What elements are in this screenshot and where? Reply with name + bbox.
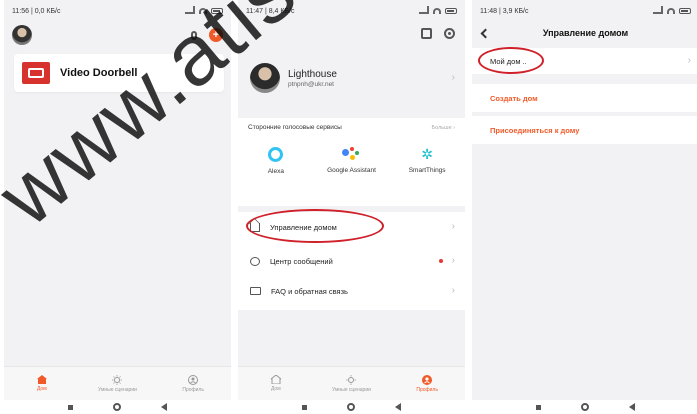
smart-scenes-icon: [346, 374, 357, 385]
nav-label: Дом: [36, 386, 47, 392]
chevron-right-icon: ›: [451, 221, 455, 232]
status-time: 11:47 | 8,4 КБ/с: [246, 7, 295, 15]
home-button-icon[interactable]: [581, 403, 589, 411]
nav-profile[interactable]: Профиль: [163, 374, 223, 393]
scan-icon[interactable]: [421, 27, 432, 39]
notification-dot: [439, 259, 443, 263]
signal-icon: [185, 6, 195, 14]
nav-label: Профиль: [182, 386, 204, 393]
phone-screen-home: 11:56 | 0,0 КБ/с + Video Doorbell Дом Ум…: [4, 0, 231, 414]
system-nav-bar: [4, 400, 231, 414]
back-triangle-icon[interactable]: [629, 403, 635, 411]
faq-icon: [250, 287, 261, 295]
wifi-icon: [199, 8, 207, 14]
microphone-icon[interactable]: [191, 30, 197, 40]
back-triangle-icon[interactable]: [395, 403, 401, 411]
home-nav-icon: [270, 375, 281, 384]
home-button-icon[interactable]: [113, 403, 121, 411]
settings-menu: Управление домом › Центр сообщений › FAQ…: [238, 212, 465, 310]
doorbell-device-icon: [22, 62, 50, 84]
menu-home-management[interactable]: Управление домом ›: [238, 212, 465, 242]
avatar[interactable]: [12, 25, 32, 45]
nav-smart-scenes[interactable]: Умные сценарии: [87, 374, 147, 393]
voice-services-section: Сторонние голосовые сервисы Больше › Ale…: [238, 118, 465, 206]
status-bar: 11:56 | 0,0 КБ/с: [4, 0, 231, 22]
gear-icon[interactable]: [444, 27, 455, 39]
voice-item-smartthings[interactable]: ✲ SmartThings: [397, 147, 457, 175]
voice-item-label: Google Assistant: [327, 167, 376, 174]
join-home-button[interactable]: Присоединяться к дому: [472, 116, 697, 144]
join-home-label: Присоединяться к дому: [490, 125, 580, 135]
chevron-right-icon: ›: [451, 72, 455, 83]
profile-name: Lighthouse: [288, 68, 337, 80]
section-title: Сторонние голосовые сервисы: [248, 124, 342, 131]
status-time: 11:48 | 3,9 КБ/с: [480, 7, 529, 15]
voice-item-label: SmartThings: [408, 167, 446, 174]
menu-label: Центр сообщений: [270, 256, 333, 266]
menu-label: FAQ и обратная связь: [271, 286, 348, 296]
add-plus-icon[interactable]: +: [209, 28, 223, 42]
battery-icon: [211, 8, 223, 14]
battery-icon: [445, 8, 457, 14]
status-bar: 11:47 | 8,4 КБ/с: [238, 0, 465, 22]
more-link[interactable]: Больше ›: [432, 125, 455, 131]
nav-label: Умные сценарии: [98, 386, 137, 393]
status-time: 11:56 | 0,0 КБ/с: [12, 7, 61, 15]
profile-email: ptnpnh@ukr.net: [288, 80, 334, 88]
phone-screen-home-management: 11:48 | 3,9 КБ/с Управление домом Мой до…: [472, 0, 697, 414]
home-nav-icon: [36, 375, 47, 384]
page-header: Управление домом: [472, 22, 697, 44]
voice-item-alexa[interactable]: Alexa: [246, 147, 306, 175]
voice-item-google-assistant[interactable]: Google Assistant: [321, 147, 381, 175]
home-list-item[interactable]: Мой дом .. ›: [472, 48, 697, 74]
alexa-icon: [268, 147, 284, 162]
chevron-right-icon: ›: [687, 55, 691, 66]
home-header: +: [4, 22, 231, 48]
menu-label: Управление домом: [270, 222, 337, 232]
wifi-icon: [433, 8, 441, 14]
phone-screen-profile: 11:47 | 8,4 КБ/с Lighthouse ptnpnh@ukr.n…: [238, 0, 465, 414]
nav-smart-scenes[interactable]: Умные сценарии: [321, 374, 381, 393]
profile-nav-icon: [422, 374, 433, 385]
page-title: Управление домом: [542, 28, 629, 38]
system-nav-bar: [472, 400, 697, 414]
back-triangle-icon[interactable]: [161, 403, 167, 411]
device-name: Video Doorbell: [60, 67, 138, 79]
bottom-nav: Дом Умные сценарии Профиль: [238, 366, 465, 400]
profile-nav-icon: [188, 374, 199, 385]
chevron-right-icon: ›: [451, 255, 455, 266]
create-home-button[interactable]: Создать дом: [472, 84, 697, 112]
system-nav-bar: [238, 400, 465, 414]
home-icon: [250, 222, 260, 232]
voice-item-label: Alexa: [267, 168, 284, 175]
menu-message-center[interactable]: Центр сообщений ›: [238, 246, 465, 276]
nav-label: Профиль: [416, 386, 438, 393]
home-button-icon[interactable]: [347, 403, 355, 411]
recents-icon[interactable]: [68, 404, 73, 410]
nav-profile[interactable]: Профиль: [397, 374, 457, 393]
home-item-label: Мой дом ..: [490, 56, 527, 66]
google-assistant-icon: [342, 147, 360, 161]
signal-icon: [419, 6, 429, 14]
status-bar: 11:48 | 3,9 КБ/с: [472, 0, 697, 22]
chevron-right-icon: ›: [451, 285, 455, 296]
device-card[interactable]: Video Doorbell: [14, 54, 224, 92]
nav-label: Дом: [270, 386, 281, 392]
recents-icon[interactable]: [536, 404, 541, 410]
create-home-label: Создать дом: [490, 93, 538, 103]
smart-scenes-icon: [112, 374, 123, 385]
menu-faq-feedback[interactable]: FAQ и обратная связь ›: [238, 276, 465, 306]
message-icon: [250, 256, 260, 266]
nav-label: Умные сценарии: [332, 386, 371, 393]
nav-home[interactable]: Дом: [12, 375, 72, 392]
smartthings-icon: ✲: [421, 146, 433, 162]
signal-icon: [653, 6, 663, 14]
avatar: [250, 63, 280, 93]
profile-header[interactable]: Lighthouse ptnpnh@ukr.net: [238, 58, 465, 98]
wifi-icon: [667, 8, 675, 14]
battery-icon: [679, 8, 691, 14]
recents-icon[interactable]: [302, 404, 307, 410]
nav-home[interactable]: Дом: [246, 375, 306, 392]
bottom-nav: Дом Умные сценарии Профиль: [4, 366, 231, 400]
